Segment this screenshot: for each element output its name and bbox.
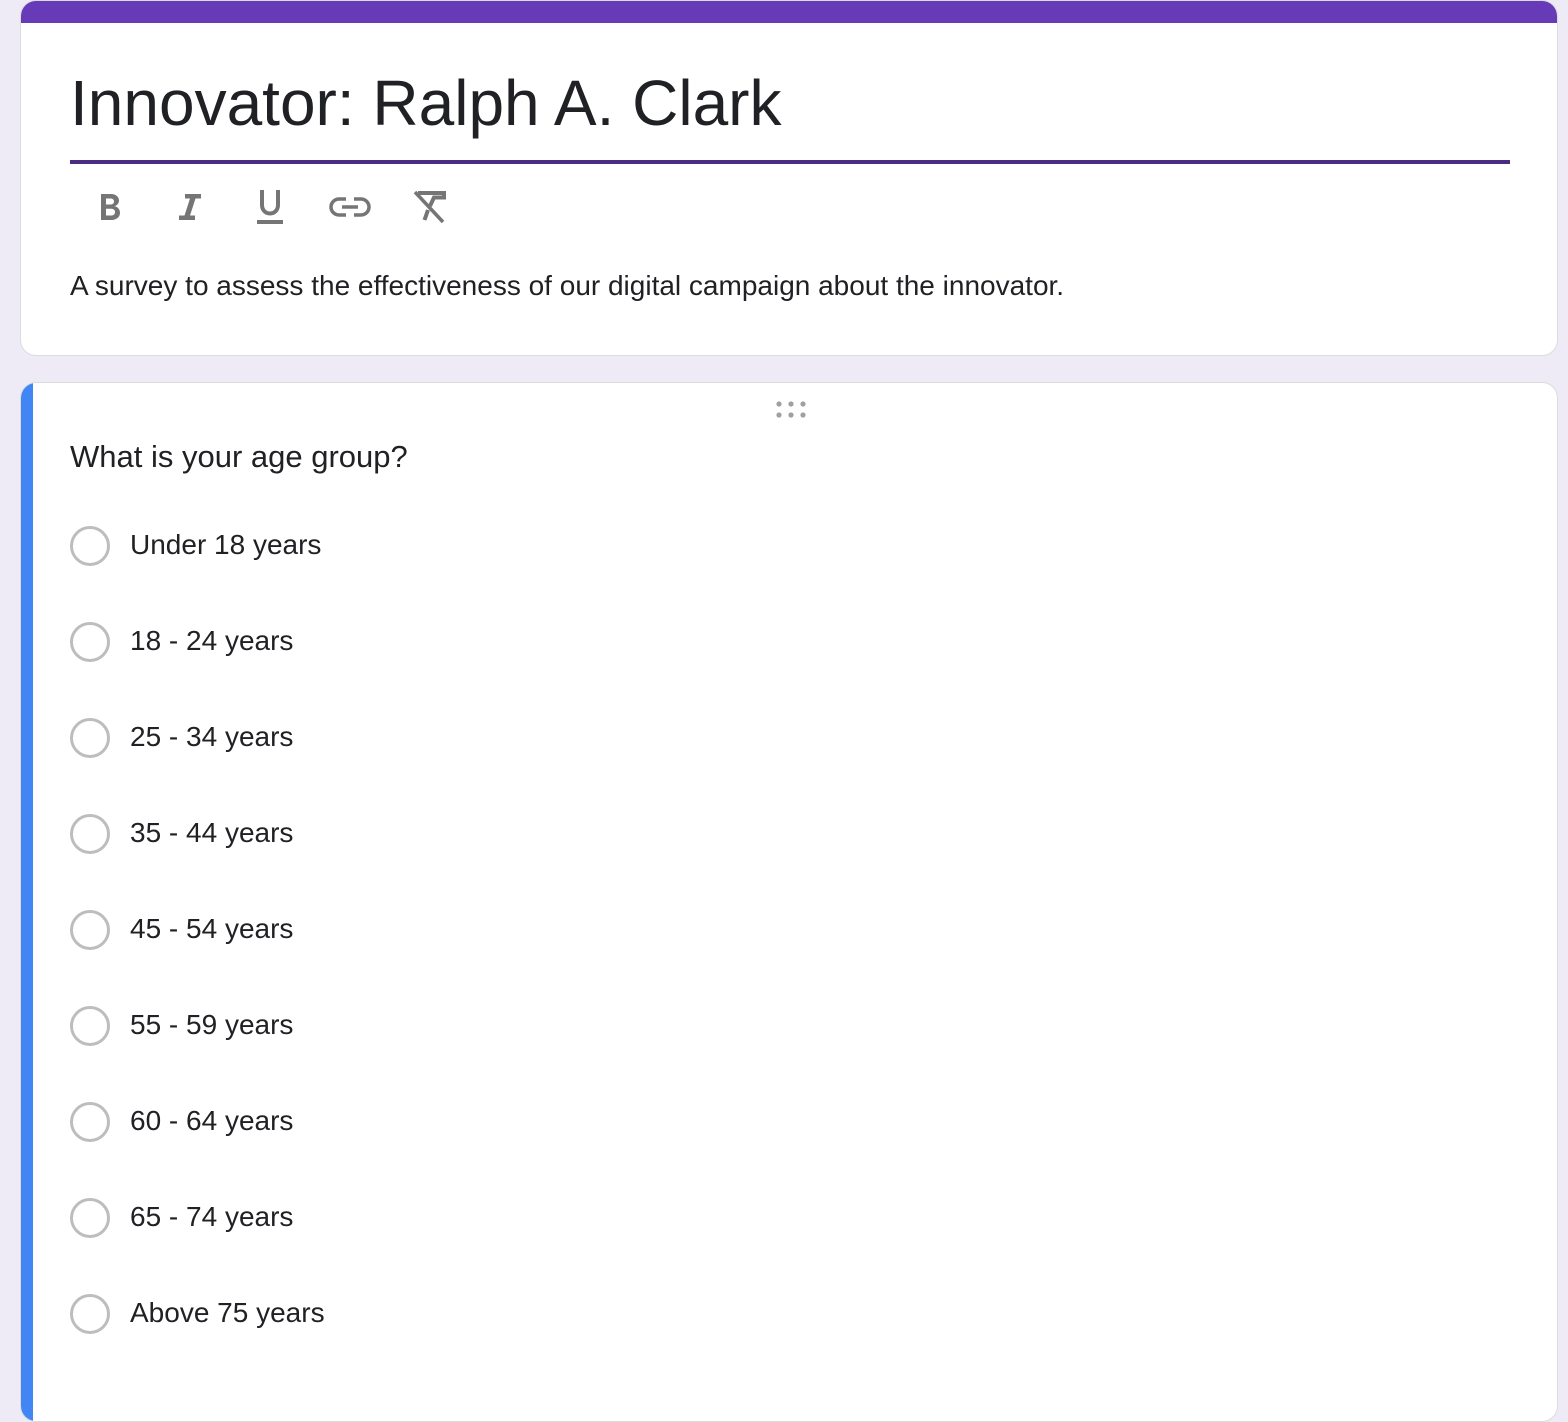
clear-formatting-icon <box>413 190 446 224</box>
option-65-74[interactable]: 65 - 74 years <box>70 1185 325 1281</box>
option-18-24[interactable]: 18 - 24 years <box>70 609 325 705</box>
formatting-toolbar <box>70 181 470 233</box>
question-card[interactable]: What is your age group? Under 18 years 1… <box>20 382 1558 1422</box>
link-button[interactable] <box>310 181 390 233</box>
title-underline <box>70 160 1510 164</box>
radio-button[interactable] <box>70 910 110 950</box>
option-label: Under 18 years <box>130 529 322 560</box>
bold-icon <box>101 194 120 220</box>
option-label: 65 - 74 years <box>130 1201 294 1232</box>
option-25-34[interactable]: 25 - 34 years <box>70 705 325 801</box>
option-label: 45 - 54 years <box>130 913 294 944</box>
radio-button[interactable] <box>70 814 110 854</box>
radio-button[interactable] <box>70 1198 110 1238</box>
radio-button[interactable] <box>70 718 110 758</box>
underline-icon <box>257 190 283 224</box>
option-45-54[interactable]: 45 - 54 years <box>70 897 325 993</box>
italic-button[interactable] <box>150 181 230 233</box>
active-question-indicator <box>21 383 33 1421</box>
form-title[interactable]: Innovator: Ralph A. Clark <box>70 65 781 141</box>
radio-button[interactable] <box>70 1294 110 1334</box>
underline-button[interactable] <box>230 181 310 233</box>
link-icon <box>329 197 371 217</box>
italic-icon <box>179 194 201 220</box>
answer-options: Under 18 years 18 - 24 years 25 - 34 yea… <box>70 513 325 1377</box>
option-label: 25 - 34 years <box>130 721 294 752</box>
radio-button[interactable] <box>70 1102 110 1142</box>
option-label: 18 - 24 years <box>130 625 294 656</box>
option-60-64[interactable]: 60 - 64 years <box>70 1089 325 1185</box>
radio-button[interactable] <box>70 622 110 662</box>
option-label: 60 - 64 years <box>130 1105 294 1136</box>
radio-button[interactable] <box>70 1006 110 1046</box>
option-above-75[interactable]: Above 75 years <box>70 1281 325 1377</box>
option-label: 35 - 44 years <box>130 817 294 848</box>
clear-formatting-button[interactable] <box>390 181 470 233</box>
option-label: 55 - 59 years <box>130 1009 294 1040</box>
option-label: Above 75 years <box>130 1297 325 1328</box>
radio-button[interactable] <box>70 526 110 566</box>
option-under-18[interactable]: Under 18 years <box>70 513 325 609</box>
question-title[interactable]: What is your age group? <box>70 437 408 477</box>
theme-accent-bar <box>21 1 1557 23</box>
drag-handle-icon[interactable] <box>773 399 809 421</box>
form-description[interactable]: A survey to assess the effectiveness of … <box>70 267 1064 305</box>
bold-button[interactable] <box>70 181 150 233</box>
option-55-59[interactable]: 55 - 59 years <box>70 993 325 1089</box>
option-35-44[interactable]: 35 - 44 years <box>70 801 325 897</box>
form-header-card: Innovator: Ralph A. Clark A survey to as… <box>20 0 1558 356</box>
